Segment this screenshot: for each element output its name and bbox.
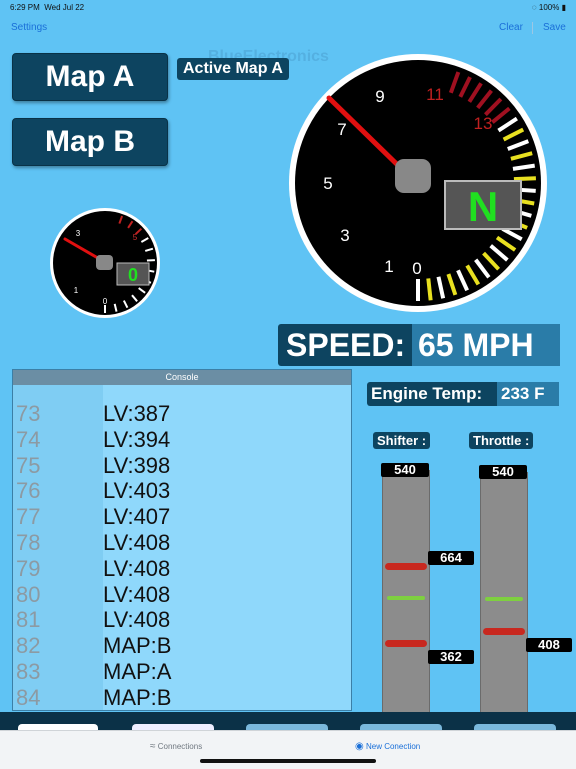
tach-large-label-3: 3 (340, 226, 349, 245)
gauge-tick (514, 178, 536, 179)
nav-divider (532, 22, 533, 34)
speed-label: SPEED: (278, 324, 412, 366)
tachometer-large: 0 1 3 5 7 9 11 13 N (287, 52, 549, 314)
console-row-text: LV:387 (103, 401, 170, 427)
tab-connections[interactable]: ≈ Connections (150, 741, 202, 752)
throttle-label: Throttle : (469, 432, 533, 449)
console-row: 81 LV:408 (13, 607, 351, 633)
status-battery: ◌ 100% ▮ (532, 3, 566, 12)
shifter-label: Shifter : (373, 432, 430, 449)
console-row-text: LV:407 (103, 504, 170, 530)
console-row-number: 82 (16, 633, 40, 659)
console-log[interactable]: 73 LV:387 74 LV:394 75 LV:398 76 LV:403 77 LV:407… (13, 385, 351, 711)
status-bar: 6:29 PM Wed Jul 22 ◌ 100% ▮ (0, 0, 576, 14)
tach-small-label-3: 3 (76, 229, 81, 238)
console-panel[interactable]: Console 73 LV:387 74 LV:394 75 LV:398 76 LV:403… (12, 369, 352, 711)
map-a-button[interactable]: Map A (12, 53, 168, 101)
shifter-lower-value: 362 (428, 650, 474, 664)
shifter-lower-marker[interactable] (385, 640, 427, 647)
tach-large-label-13: 13 (474, 114, 493, 133)
tach-large-label-11: 11 (426, 85, 444, 104)
speed-value: 65 MPH (412, 324, 560, 366)
speed-display: SPEED: 65 MPH (278, 324, 560, 366)
shifter-current-marker (387, 596, 425, 600)
console-row-text: LV:394 (103, 427, 170, 453)
console-row-number: 80 (16, 582, 40, 608)
map-b-button[interactable]: Map B (12, 118, 168, 166)
console-row: 78 LV:408 (13, 530, 351, 556)
tach-small-hub (96, 255, 113, 270)
console-row-text: LV:408 (103, 556, 170, 582)
console-row: 74 LV:394 (13, 427, 351, 453)
console-row-number: 78 (16, 530, 40, 556)
tab-bar: ≈ Connections ◉ New Conection (0, 730, 576, 769)
throttle-slider[interactable] (480, 472, 528, 712)
console-row: 83 MAP:A (13, 659, 351, 685)
tach-large-label-1: 1 (384, 257, 393, 276)
engine-temp-label: Engine Temp: (367, 382, 497, 406)
tach-large-label-7: 7 (337, 120, 346, 139)
shifter-upper-value: 664 (428, 551, 474, 565)
console-row-number: 77 (16, 504, 40, 530)
tach-large-hub (395, 159, 431, 193)
active-map-badge: Active Map A (177, 58, 289, 80)
shifter-top-value: 540 (381, 463, 429, 477)
tab-new-connection[interactable]: ◉ New Conection (355, 741, 420, 752)
console-row-number: 75 (16, 453, 40, 479)
gear-value-large: N (468, 183, 498, 230)
console-row: 79 LV:408 (13, 556, 351, 582)
engine-temp-display: Engine Temp: 233 F (367, 382, 559, 406)
engine-temp-value: 233 F (497, 382, 559, 406)
console-row: 75 LV:398 (13, 453, 351, 479)
console-row: 77 LV:407 (13, 504, 351, 530)
console-row: 84 MAP:B (13, 685, 351, 711)
console-row-text: LV:408 (103, 607, 170, 633)
tach-small-label-0: 0 (103, 297, 108, 306)
console-row: 76 LV:403 (13, 478, 351, 504)
broadcast-icon: ◉ (355, 741, 364, 752)
wifi-icon: ≈ (150, 741, 156, 752)
tach-small-label-5: 5 (133, 233, 138, 242)
throttle-lower-marker[interactable] (483, 628, 525, 635)
console-row: 80 LV:408 (13, 582, 351, 608)
console-row-text: MAP:B (103, 633, 171, 659)
tach-large-label-9: 9 (375, 87, 384, 106)
clear-button[interactable]: Clear (499, 22, 523, 33)
throttle-current-marker (485, 597, 523, 601)
console-row-text: LV:408 (103, 530, 170, 556)
tach-large-label-5: 5 (323, 174, 332, 193)
console-row-number: 73 (16, 401, 40, 427)
console-row-text: LV:408 (103, 582, 170, 608)
shifter-upper-marker[interactable] (385, 563, 427, 570)
console-row-number: 79 (16, 556, 40, 582)
console-row-text: MAP:A (103, 659, 171, 685)
console-row-number: 83 (16, 659, 40, 685)
tach-small-label-1: 1 (74, 286, 79, 295)
tach-large-label-0: 0 (412, 259, 421, 278)
console-row-text: LV:403 (103, 478, 170, 504)
console-row-text: MAP:B (103, 685, 171, 711)
save-button[interactable]: Save (543, 22, 566, 33)
gear-value-small: 0 (128, 265, 138, 285)
throttle-lower-value: 408 (526, 638, 572, 652)
console-row-number: 74 (16, 427, 40, 453)
console-row-text: LV:398 (103, 453, 170, 479)
console-title: Console (13, 370, 351, 385)
console-row-number: 76 (16, 478, 40, 504)
shifter-slider[interactable] (382, 470, 430, 712)
throttle-top-value: 540 (479, 465, 527, 479)
console-row-number: 84 (16, 685, 40, 711)
home-indicator (200, 759, 376, 763)
tachometer-small: 0 1 3 5 0 (49, 207, 161, 319)
console-row: 73 LV:387 (13, 401, 351, 427)
gauge-tick (428, 278, 430, 300)
settings-button[interactable]: Settings (11, 22, 47, 33)
status-time: 6:29 PM Wed Jul 22 (10, 3, 84, 12)
console-row: 82 MAP:B (13, 633, 351, 659)
console-row-number: 81 (16, 607, 40, 633)
